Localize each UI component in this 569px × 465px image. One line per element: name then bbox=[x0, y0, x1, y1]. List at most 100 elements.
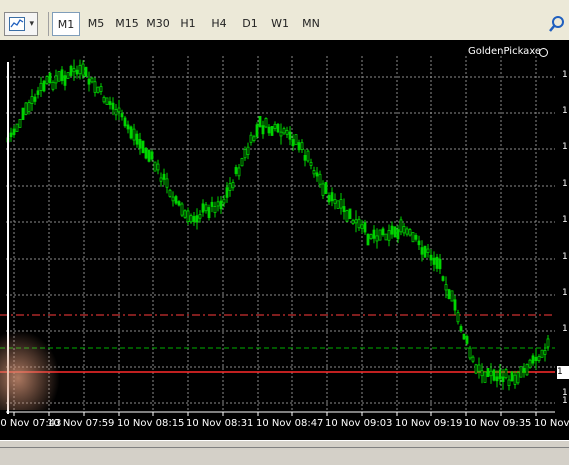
candle-body bbox=[117, 107, 121, 113]
candle-body bbox=[489, 370, 493, 377]
candle-body bbox=[150, 151, 154, 160]
candle-body bbox=[543, 350, 547, 355]
candle-body bbox=[120, 113, 124, 118]
x-tick: 10 Nov 07:59 bbox=[47, 418, 115, 429]
candle-body bbox=[366, 233, 370, 246]
timeframe-m30-button[interactable]: M30 bbox=[144, 12, 172, 36]
candle-body bbox=[75, 69, 79, 75]
candle-body bbox=[54, 75, 58, 84]
timeframe-m15-button[interactable]: M15 bbox=[113, 12, 141, 36]
timeframe-d1-button[interactable]: D1 bbox=[236, 12, 264, 36]
candle-body bbox=[285, 130, 289, 135]
candle-body bbox=[201, 203, 205, 213]
candle-body bbox=[528, 359, 532, 368]
candle-body bbox=[267, 126, 271, 134]
candle-body bbox=[234, 167, 238, 174]
chart-canvas bbox=[0, 56, 557, 416]
candle-body bbox=[255, 124, 259, 137]
candle-body bbox=[534, 356, 538, 362]
candle-body bbox=[513, 374, 517, 385]
candle-body bbox=[396, 229, 400, 240]
candle-body bbox=[384, 233, 388, 241]
candle-body bbox=[474, 364, 478, 374]
blurred-overlay bbox=[0, 330, 60, 410]
candle-body bbox=[510, 371, 514, 382]
timeframe-m1-button[interactable]: M1 bbox=[52, 12, 80, 36]
candle-body bbox=[492, 369, 496, 381]
candle-body bbox=[504, 369, 508, 379]
candle-body bbox=[216, 201, 220, 207]
candle-body bbox=[435, 256, 439, 269]
candle-body bbox=[522, 368, 526, 373]
y-tick: 1 bbox=[562, 179, 568, 189]
candle-body bbox=[210, 201, 214, 207]
candle-body bbox=[243, 149, 247, 159]
candle-body bbox=[444, 284, 448, 291]
candle-body bbox=[207, 207, 211, 218]
candle-body bbox=[138, 139, 142, 149]
candle-body bbox=[21, 107, 25, 120]
candle-body bbox=[231, 182, 235, 189]
candle-body bbox=[27, 102, 31, 113]
y-tick: 1 bbox=[562, 215, 568, 225]
candle-body bbox=[171, 196, 175, 202]
candle-body bbox=[15, 123, 19, 132]
candle-body bbox=[324, 182, 328, 194]
candle-body bbox=[99, 86, 103, 92]
candle-body bbox=[351, 219, 355, 224]
x-tick: 10 Nov 09:19 bbox=[395, 418, 463, 429]
candle-body bbox=[342, 206, 346, 213]
candle-body bbox=[264, 118, 268, 128]
candle-body bbox=[321, 183, 325, 196]
candle-body bbox=[525, 364, 529, 376]
candle-body bbox=[291, 139, 295, 147]
candle-body bbox=[60, 69, 64, 81]
candle-body bbox=[453, 299, 457, 311]
candle-body bbox=[381, 228, 385, 236]
candle-body bbox=[159, 177, 163, 182]
candle-body bbox=[372, 229, 376, 239]
candle-body bbox=[483, 371, 487, 383]
candle-body bbox=[399, 219, 403, 233]
candle-body bbox=[345, 210, 349, 222]
candle-body bbox=[39, 82, 43, 91]
candle-body bbox=[102, 96, 106, 103]
candle-body bbox=[465, 336, 469, 344]
candle-body bbox=[90, 77, 94, 83]
candle-body bbox=[348, 208, 352, 220]
timeframe-w1-button[interactable]: W1 bbox=[266, 12, 294, 36]
price-chart[interactable] bbox=[0, 40, 569, 440]
candle-body bbox=[237, 167, 241, 177]
candle-body bbox=[132, 128, 136, 141]
candle-body bbox=[312, 170, 316, 175]
candle-body bbox=[270, 125, 274, 136]
smiley-icon bbox=[539, 48, 548, 57]
chart-type-button[interactable]: ▾ bbox=[4, 12, 38, 36]
search-icon[interactable] bbox=[548, 14, 566, 34]
chart-candles bbox=[6, 59, 550, 391]
candle-body bbox=[36, 90, 40, 95]
candle-body bbox=[135, 133, 139, 145]
candle-body bbox=[387, 230, 391, 241]
candle-body bbox=[126, 124, 130, 130]
candle-body bbox=[450, 290, 454, 302]
candle-body bbox=[360, 224, 364, 230]
candle-body bbox=[282, 128, 286, 134]
candle-body bbox=[84, 66, 88, 77]
candle-body bbox=[261, 125, 265, 135]
timeframe-h4-button[interactable]: H4 bbox=[205, 12, 233, 36]
candle-body bbox=[459, 326, 463, 332]
x-tick: 10 Nov 09:35 bbox=[464, 418, 532, 429]
candle-body bbox=[189, 215, 193, 223]
candle-body bbox=[501, 376, 505, 382]
timeframe-mn-button[interactable]: MN bbox=[297, 12, 325, 36]
timeframe-m5-button[interactable]: M5 bbox=[82, 12, 110, 36]
candle-body bbox=[468, 347, 472, 359]
candle-body bbox=[12, 128, 16, 135]
candle-body bbox=[72, 68, 76, 73]
candle-body bbox=[402, 226, 406, 234]
timeframe-h1-button[interactable]: H1 bbox=[174, 12, 202, 36]
x-tick: 10 Nov 08:47 bbox=[256, 418, 324, 429]
candle-body bbox=[477, 364, 481, 372]
candle-body bbox=[531, 355, 535, 364]
